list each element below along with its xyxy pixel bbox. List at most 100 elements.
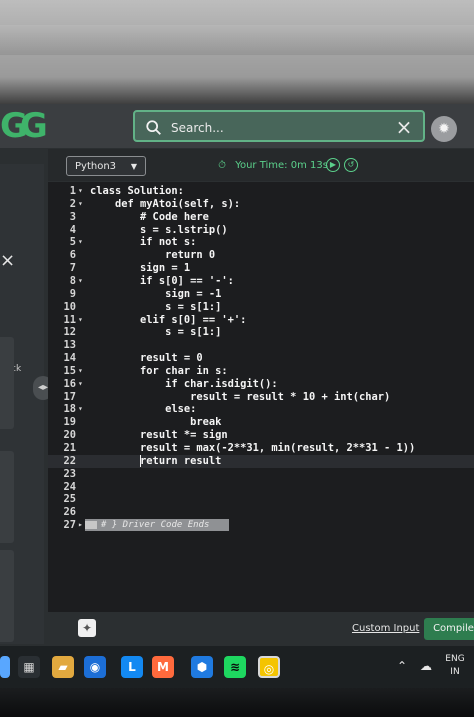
spotify-icon[interactable]: ≋: [224, 656, 246, 678]
fold-chevron-icon[interactable]: ▾: [78, 365, 86, 378]
code-line: 2 ▾ def myAtoi(self, s):: [48, 198, 474, 211]
code-text: sign = -1: [90, 287, 222, 300]
code-text: s = s[1:]: [90, 326, 222, 339]
line-number: 4: [69, 223, 76, 236]
search-bar[interactable]: ×: [133, 110, 425, 142]
code-line: 27 ▸ # } Driver Code Ends: [48, 519, 474, 532]
language-indicator[interactable]: ENG IN: [440, 653, 470, 681]
left-sidebar-panel: × eack: [0, 164, 44, 644]
theme-toggle-button[interactable]: ✹: [431, 116, 457, 142]
line-number: 19: [63, 416, 76, 429]
code-text: if not s:: [90, 236, 197, 249]
code-line: 21 result = max(-2**31, min(result, 2**3…: [48, 442, 474, 455]
code-line: 4 s = s.lstrip(): [48, 224, 474, 237]
line-number: 18: [63, 403, 76, 416]
code-text: return 0: [90, 249, 216, 262]
code-line: 16 ▾ if char.isdigit():: [48, 378, 474, 391]
driver-code-label: # } Driver Code Ends: [101, 520, 210, 531]
wall-shadow-band: [0, 25, 474, 55]
code-line: 7 sign = 1: [48, 262, 474, 275]
code-line: 8 ▾ if s[0] == '-':: [48, 275, 474, 288]
code-text: for char in s:: [90, 364, 228, 377]
panel-close-icon[interactable]: ×: [0, 252, 18, 270]
line-number: 26: [63, 506, 76, 519]
code-text: sign = 1: [90, 262, 191, 275]
reset-icon[interactable]: ↺: [344, 158, 358, 172]
code-text: s = s.lstrip(): [90, 223, 228, 236]
play-icon[interactable]: ▶: [326, 158, 340, 172]
fold-chevron-icon[interactable]: ▾: [78, 185, 86, 198]
code-line: 26: [48, 506, 474, 519]
code-line: 9 sign = -1: [48, 288, 474, 301]
left-card-3: [0, 550, 14, 642]
background-wall: [0, 0, 474, 110]
custom-input-link[interactable]: Custom Input: [352, 621, 422, 637]
lightbulb-icon[interactable]: ✦: [78, 619, 96, 637]
code-text: result = 0: [90, 352, 203, 365]
driver-code-collapsed-block[interactable]: # } Driver Code Ends: [85, 519, 229, 532]
code-text: if s[0] == '-':: [90, 274, 234, 287]
shield-app-icon[interactable]: M: [152, 656, 174, 678]
fold-chevron-icon[interactable]: ▾: [78, 378, 86, 391]
search-icon: [146, 120, 161, 135]
code-text: elif s[0] == '+':: [90, 313, 247, 326]
chrome-icon[interactable]: ◎: [258, 656, 280, 678]
taskbar-edge-icon[interactable]: [0, 656, 10, 678]
code-editor[interactable]: 1 ▾ class Solution: 2 ▾ def myAtoi(self, s):…: [48, 182, 474, 612]
line-number: 25: [63, 493, 76, 506]
widgets-icon[interactable]: ▦: [18, 656, 40, 678]
site-logo[interactable]: GG: [0, 109, 48, 143]
fold-chevron-icon[interactable]: ▾: [78, 198, 86, 211]
code-line: 18 ▾ else:: [48, 403, 474, 416]
code-line: 15 ▾ for char in s:: [48, 365, 474, 378]
fold-chevron-icon[interactable]: ▾: [78, 403, 86, 416]
line-number: 6: [69, 249, 76, 262]
fold-chevron-icon[interactable]: ▾: [78, 314, 86, 327]
close-icon[interactable]: ×: [395, 116, 413, 138]
tray-chevron-up-icon[interactable]: ⌃: [396, 659, 408, 673]
line-number: 11: [63, 313, 76, 326]
language-indicator-line-2: IN: [450, 667, 460, 677]
code-line: 11 ▾ elif s[0] == '+':: [48, 314, 474, 327]
code-line: 13: [48, 339, 474, 352]
onedrive-icon[interactable]: ☁: [418, 659, 434, 673]
code-text: else:: [90, 403, 197, 416]
code-text: break: [90, 416, 222, 429]
fold-chevron-icon[interactable]: ▾: [78, 236, 86, 249]
code-text: result = max(-2**31, min(result, 2**31 -…: [90, 442, 416, 454]
line-number: 22: [63, 454, 76, 467]
line-number: 14: [63, 352, 76, 365]
language-select[interactable]: Python3 ▼: [66, 156, 146, 176]
line-number: 15: [63, 364, 76, 377]
l-app-icon[interactable]: L: [121, 656, 143, 678]
code-line: 14 result = 0: [48, 352, 474, 365]
line-number: 7: [69, 262, 76, 275]
file-explorer-icon[interactable]: ▰: [52, 656, 74, 678]
left-card-1: [0, 337, 14, 429]
code-text: result = result * 10 + int(char): [90, 390, 391, 403]
line-number: 13: [63, 339, 76, 352]
code-line: 17 result = result * 10 + int(char): [48, 391, 474, 404]
left-card-2: [0, 451, 14, 543]
language-value: Python3: [75, 161, 117, 172]
code-line: 3 # Code here: [48, 211, 474, 224]
code-text: if char.isdigit():: [90, 377, 278, 390]
language-indicator-line-1: ENG: [445, 654, 465, 664]
timer-icon: ⏱: [218, 160, 226, 171]
code-line: 20 result *= sign: [48, 429, 474, 442]
timer-label: Your Time: 0m 13s: [235, 160, 328, 171]
line-number: 8: [69, 274, 76, 287]
search-input[interactable]: [169, 116, 383, 140]
line-number: 20: [63, 429, 76, 442]
dropbox-icon[interactable]: ⬢: [191, 656, 213, 678]
code-text: result *= sign: [90, 429, 228, 442]
chevron-down-icon: ▼: [130, 162, 137, 171]
line-number: 16: [63, 377, 76, 390]
fold-chevron-icon[interactable]: ▾: [78, 275, 86, 288]
line-number: 3: [69, 210, 76, 223]
collapsed-marker: [85, 521, 97, 530]
edge-browser-icon[interactable]: ◉: [84, 656, 106, 678]
top-navigation-bar: GG × ✹: [0, 104, 474, 148]
compile-button[interactable]: Compile &: [424, 618, 474, 640]
line-number: 23: [63, 467, 76, 480]
